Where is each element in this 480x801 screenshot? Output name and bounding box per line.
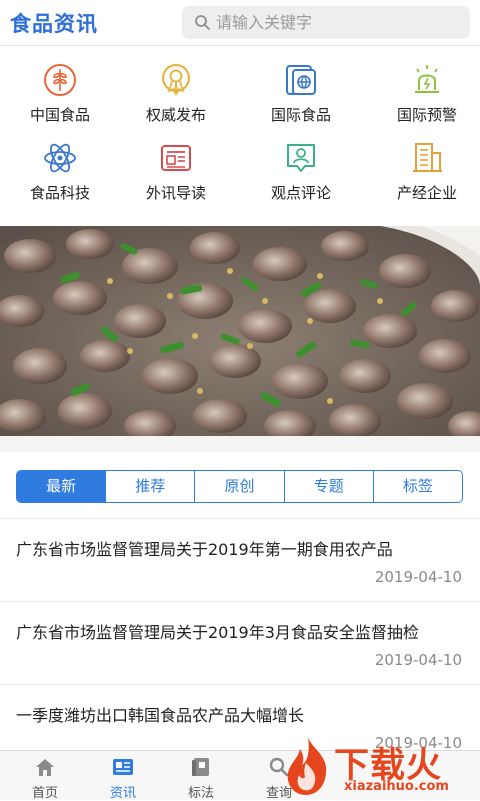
atom-icon <box>44 143 76 173</box>
comment-person-icon <box>287 144 315 172</box>
flame-logo-icon <box>287 737 327 795</box>
category-china-food[interactable]: 中国食品 <box>0 60 120 130</box>
news-title: 广东省市场监督管理局关于2019年3月食品安全监督抽检 <box>16 623 419 642</box>
category-label: 产经企业 <box>396 184 457 202</box>
app-logo: 食品资讯 <box>10 12 98 36</box>
nav-home[interactable]: 首页 <box>5 751 85 801</box>
category-international-alert[interactable]: 国际预警 <box>367 60 480 130</box>
search-input[interactable] <box>216 10 456 35</box>
category-label: 中国食品 <box>29 106 90 124</box>
banner-image[interactable] <box>0 226 480 436</box>
tab-recommended[interactable]: 推荐 <box>105 471 194 502</box>
home-icon <box>36 759 54 776</box>
category-food-tech[interactable]: 食品科技 <box>0 138 120 208</box>
category-label: 外讯导读 <box>145 184 206 202</box>
category-label: 国际预警 <box>396 106 457 124</box>
news-date: 2019-04-10 <box>374 651 462 669</box>
medal-icon <box>162 64 190 96</box>
search-bar[interactable] <box>182 6 470 39</box>
tab-tags[interactable]: 标签 <box>372 471 462 502</box>
tab-latest[interactable]: 最新 <box>17 471 106 502</box>
tab-topics[interactable]: 专题 <box>283 471 373 502</box>
news-card-icon <box>113 759 133 775</box>
book-icon <box>192 758 209 776</box>
news-date: 2019-04-10 <box>374 568 462 586</box>
watermark-url: xiazaihuo.com <box>344 779 449 794</box>
grain-icon <box>44 64 76 96</box>
building-icon <box>413 143 442 172</box>
category-grid: 中国食品 权威发布 国际食品 国际预警 食品科技 外讯导读 观点评论 产经企业 <box>0 60 480 210</box>
list-item[interactable]: 广东省市场监督管理局关于2019年3月食品安全监督抽检 2019-04-10 <box>0 601 480 684</box>
snail-dish-photo <box>0 226 480 436</box>
search-icon <box>195 15 210 30</box>
nav-standards[interactable]: 标法 <box>161 751 241 801</box>
category-label: 国际食品 <box>270 106 331 124</box>
tab-original[interactable]: 原创 <box>194 471 283 502</box>
section-separator <box>0 436 480 452</box>
nav-label: 首页 <box>31 786 58 801</box>
nav-label: 资讯 <box>109 786 136 801</box>
category-label: 食品科技 <box>29 184 90 202</box>
news-title: 一季度潍坊出口韩国食品农产品大幅增长 <box>16 706 305 725</box>
category-opinion-review[interactable]: 观点评论 <box>241 138 361 208</box>
nav-news[interactable]: 资讯 <box>83 751 163 801</box>
globe-icon <box>286 65 316 95</box>
alert-light-icon <box>415 65 439 93</box>
category-label: 观点评论 <box>270 184 331 202</box>
newspaper-icon <box>161 145 191 171</box>
top-header: 食品资讯 <box>0 0 480 46</box>
news-title: 广东省市场监督管理局关于2019年第一期食用农产品 <box>16 540 393 559</box>
news-list: 广东省市场监督管理局关于2019年第一期食用农产品 2019-04-10 广东省… <box>0 518 480 767</box>
category-foreign-news[interactable]: 外讯导读 <box>116 138 236 208</box>
news-tabs: 最新 推荐 原创 专题 标签 <box>16 470 463 503</box>
watermark: 下载火 xiazaihuo.com <box>278 735 478 800</box>
list-item[interactable]: 广东省市场监督管理局关于2019年第一期食用农产品 2019-04-10 <box>0 518 480 601</box>
category-industry-enterprise[interactable]: 产经企业 <box>367 138 480 208</box>
category-international-food[interactable]: 国际食品 <box>241 60 361 130</box>
category-label: 权威发布 <box>145 106 206 124</box>
category-official-release[interactable]: 权威发布 <box>116 60 236 130</box>
nav-label: 标法 <box>187 786 214 801</box>
